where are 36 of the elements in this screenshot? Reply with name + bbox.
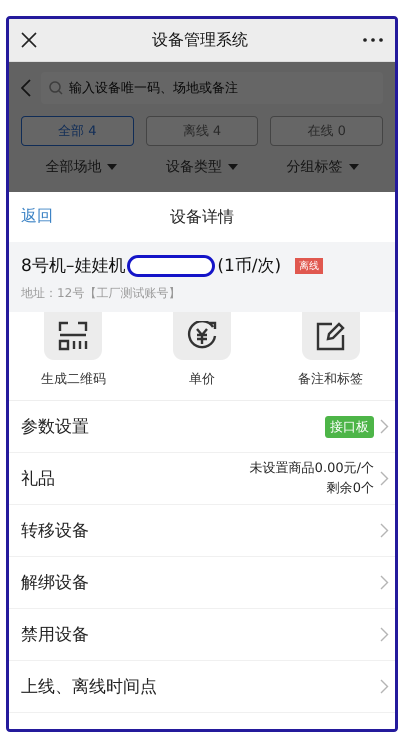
chevron-icon	[380, 627, 389, 642]
device-address: 地址：12号【工厂测试账号】	[21, 285, 182, 302]
edit-icon	[316, 321, 346, 351]
action-button[interactable]: 单价	[146, 312, 257, 388]
sheet-title: 设备详情	[170, 206, 234, 228]
close-icon[interactable]	[21, 32, 37, 48]
back-link[interactable]: 返回	[21, 206, 53, 227]
back-icon[interactable]	[21, 79, 31, 97]
settings-row[interactable]: 禁用设备	[9, 609, 395, 661]
caret-icon	[107, 164, 118, 170]
settings-row[interactable]: 上线、离线时间点	[9, 661, 395, 713]
search-icon	[49, 81, 63, 95]
search-field[interactable]: 输入设备唯一码、场地或备注	[41, 72, 383, 104]
gift-detail: 未设置商品0.00元/个	[250, 460, 374, 478]
settings-row[interactable]: 参数设置 接口板	[9, 401, 395, 453]
action-button[interactable]: 生成二维码	[18, 312, 128, 388]
chevron-icon	[380, 679, 389, 694]
board-tag: 接口板	[325, 416, 374, 438]
chevron-icon	[380, 419, 389, 434]
settings-row[interactable]: 解绑设备	[9, 557, 395, 609]
chevron-icon	[380, 575, 389, 590]
settings-row[interactable]: 礼品 未设置商品0.00元/个 剩余0个	[9, 453, 395, 505]
chevron-icon	[380, 523, 389, 538]
action-button[interactable]: 备注和标签	[276, 312, 386, 388]
device-price: (1币/次)	[217, 255, 282, 277]
qr-code-icon	[58, 321, 88, 351]
caret-icon	[228, 164, 238, 170]
chevron-icon	[380, 471, 389, 486]
status-tag: 离线	[295, 258, 324, 274]
yen-coin-icon	[186, 321, 217, 351]
settings-row[interactable]: 转移设备	[9, 505, 395, 557]
device-name: 8号机–娃娃机	[21, 255, 126, 277]
more-icon[interactable]	[363, 38, 383, 42]
window-title: 设备管理系统	[152, 30, 248, 50]
gift-detail: 剩余0个	[326, 480, 374, 498]
caret-icon	[348, 164, 359, 170]
